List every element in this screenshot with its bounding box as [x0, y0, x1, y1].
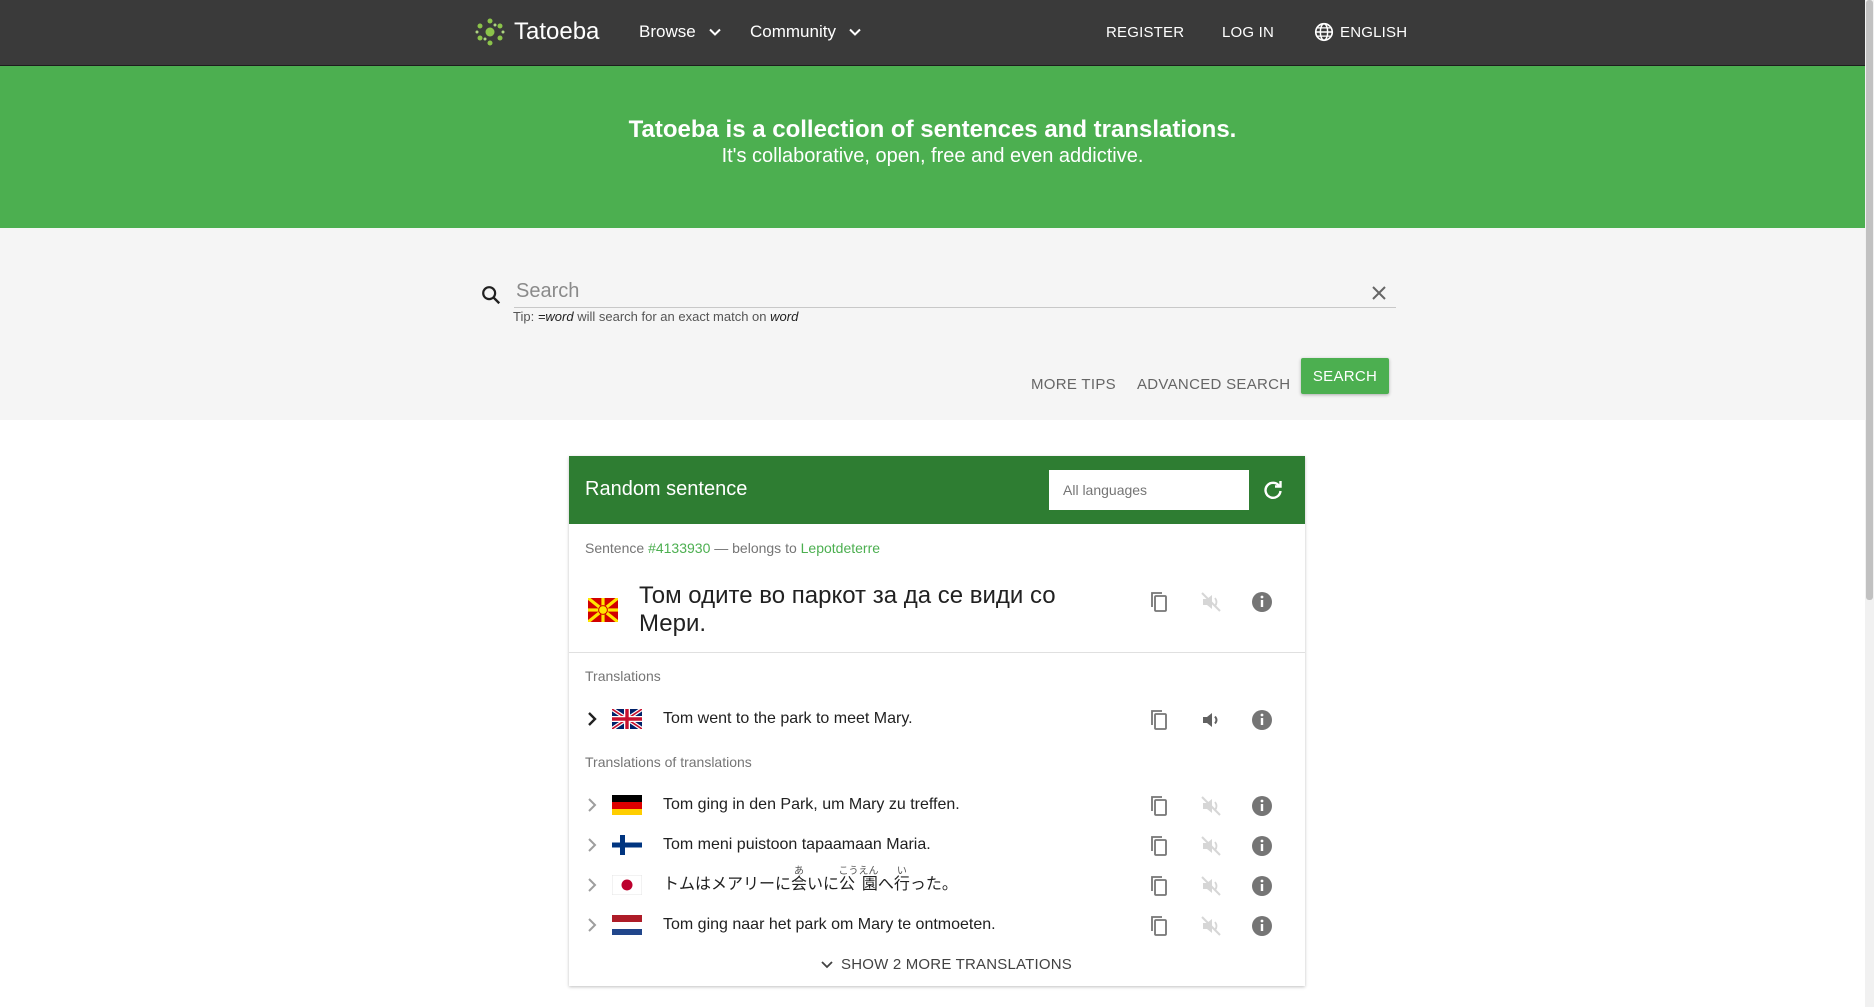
search-section: Tip: =word will search for an exact matc… [0, 228, 1865, 420]
language-filter-input[interactable] [1049, 470, 1249, 510]
copy-icon[interactable] [1147, 590, 1171, 614]
register-link[interactable]: REGISTER [1106, 22, 1184, 42]
chevron-right-icon[interactable] [583, 710, 601, 728]
indirect-translation-text: トムはメアリーに会あいに公 園こうえんへ行いった。 [663, 866, 958, 894]
translations-of-translations-label: Translations of translations [585, 754, 752, 770]
show-more-label: SHOW 2 MORE TRANSLATIONS [841, 956, 1072, 973]
nav-browse[interactable]: Browse [639, 20, 722, 44]
uk-flag-icon[interactable] [612, 709, 642, 729]
japanese-ruby-base: 会 [791, 876, 808, 893]
sentence-meta: Sentence #4133930 — belongs to Lepotdete… [585, 540, 880, 556]
indirect-translation-text: Tom ging naar het park om Mary te ontmoe… [663, 916, 996, 933]
chevron-right-icon[interactable] [583, 836, 601, 854]
info-icon[interactable] [1250, 834, 1274, 858]
page-scrollbar[interactable] [1865, 0, 1874, 1007]
meta-prefix: Sentence [585, 540, 649, 556]
scrollbar-thumb[interactable] [1866, 0, 1873, 600]
login-link[interactable]: LOG IN [1222, 22, 1274, 42]
hero-title: Tatoeba is a collection of sentences and… [628, 116, 1237, 143]
info-icon[interactable] [1250, 874, 1274, 898]
chevron-down-icon [708, 28, 721, 36]
info-icon[interactable] [1250, 914, 1274, 938]
chevron-down-icon [821, 960, 833, 968]
chevron-right-icon[interactable] [583, 876, 601, 894]
owner-link[interactable]: Lepotdeterre [801, 540, 880, 556]
nav-community[interactable]: Community [750, 20, 862, 44]
japanese-text-part: いに [807, 876, 840, 893]
audio-unavailable-icon [1201, 876, 1221, 896]
japanese-ruby-base: 公 園 [838, 876, 879, 893]
search-icon [482, 286, 501, 305]
search-input[interactable] [514, 276, 1396, 308]
translation-text: Tom went to the park to meet Mary. [663, 710, 913, 727]
tip-middle: will search for an exact match on [573, 309, 771, 324]
hero-subtitle: It's collaborative, open, free and even … [721, 145, 1144, 167]
main-sentence: Том одите во паркот за да се види со Мер… [639, 582, 1056, 637]
info-icon[interactable] [1250, 590, 1274, 614]
copy-icon[interactable] [1147, 794, 1171, 818]
meta-middle: — belongs to [710, 540, 801, 556]
language-label: ENGLISH [1340, 23, 1408, 41]
tip-prefix: Tip: [513, 309, 538, 324]
indirect-translation-text: Tom ging in den Park, um Mary zu treffen… [663, 796, 960, 813]
logo[interactable]: Tatoeba [474, 16, 599, 48]
audio-unavailable-icon [1201, 592, 1221, 612]
search-button[interactable]: SEARCH [1301, 358, 1389, 394]
search-tip: Tip: =word will search for an exact matc… [513, 309, 798, 324]
random-sentence-card: Random sentence Sentence #4133930 — belo… [569, 456, 1305, 986]
nav-community-label: Community [750, 22, 836, 41]
netherlands-flag-icon[interactable] [612, 915, 642, 935]
card-title: Random sentence [585, 478, 748, 500]
close-icon[interactable] [1369, 283, 1389, 303]
germany-flag-icon[interactable] [612, 795, 642, 815]
nav-browse-label: Browse [639, 22, 696, 41]
tip-code: =word [537, 309, 574, 324]
audio-icon[interactable] [1199, 708, 1223, 732]
japanese-ruby-reading: こうえん [838, 866, 879, 877]
audio-unavailable-icon [1201, 796, 1221, 816]
japanese-ruby-base: 行 [893, 876, 910, 893]
more-tips-button[interactable]: MORE TIPS [1031, 366, 1116, 402]
sentence-id-link[interactable]: #4133930 [648, 540, 710, 556]
japan-flag-icon[interactable] [612, 875, 642, 895]
globe-icon [1314, 22, 1334, 42]
chevron-right-icon[interactable] [583, 916, 601, 934]
indirect-translation-text: Tom meni puistoon tapaamaan Maria. [663, 836, 931, 853]
macedonia-flag-icon[interactable] [588, 598, 618, 622]
card-header: Random sentence [569, 456, 1305, 524]
audio-unavailable-icon [1201, 916, 1221, 936]
copy-icon[interactable] [1147, 708, 1171, 732]
info-icon[interactable] [1250, 794, 1274, 818]
japanese-text-part: トムはメアリーに [663, 876, 792, 893]
chevron-right-icon[interactable] [583, 796, 601, 814]
japanese-text-part: へ [877, 876, 894, 893]
top-navbar: Tatoeba Browse Community REGISTER LOG IN… [0, 0, 1865, 66]
language-selector[interactable]: ENGLISH [1313, 22, 1407, 42]
hero-banner: Tatoeba is a collection of sentences and… [0, 66, 1865, 228]
audio-unavailable-icon [1201, 836, 1221, 856]
info-icon[interactable] [1250, 708, 1274, 732]
japanese-ruby-reading: い [893, 866, 910, 877]
copy-icon[interactable] [1147, 874, 1171, 898]
translations-label: Translations [585, 668, 661, 684]
chevron-down-icon [849, 28, 861, 36]
japanese-ruby-reading: あ [791, 866, 808, 877]
tatoeba-logo-icon [475, 18, 505, 46]
tip-word: word [770, 309, 799, 324]
advanced-search-button[interactable]: ADVANCED SEARCH [1137, 366, 1290, 402]
japanese-text-part: った。 [909, 876, 958, 893]
card-divider [569, 652, 1305, 653]
refresh-icon[interactable] [1261, 478, 1285, 502]
copy-icon[interactable] [1147, 914, 1171, 938]
copy-icon[interactable] [1147, 834, 1171, 858]
finland-flag-icon[interactable] [612, 835, 642, 855]
logo-text: Tatoeba [514, 18, 600, 45]
show-more-translations-button[interactable]: SHOW 2 MORE TRANSLATIONS [819, 956, 1072, 973]
